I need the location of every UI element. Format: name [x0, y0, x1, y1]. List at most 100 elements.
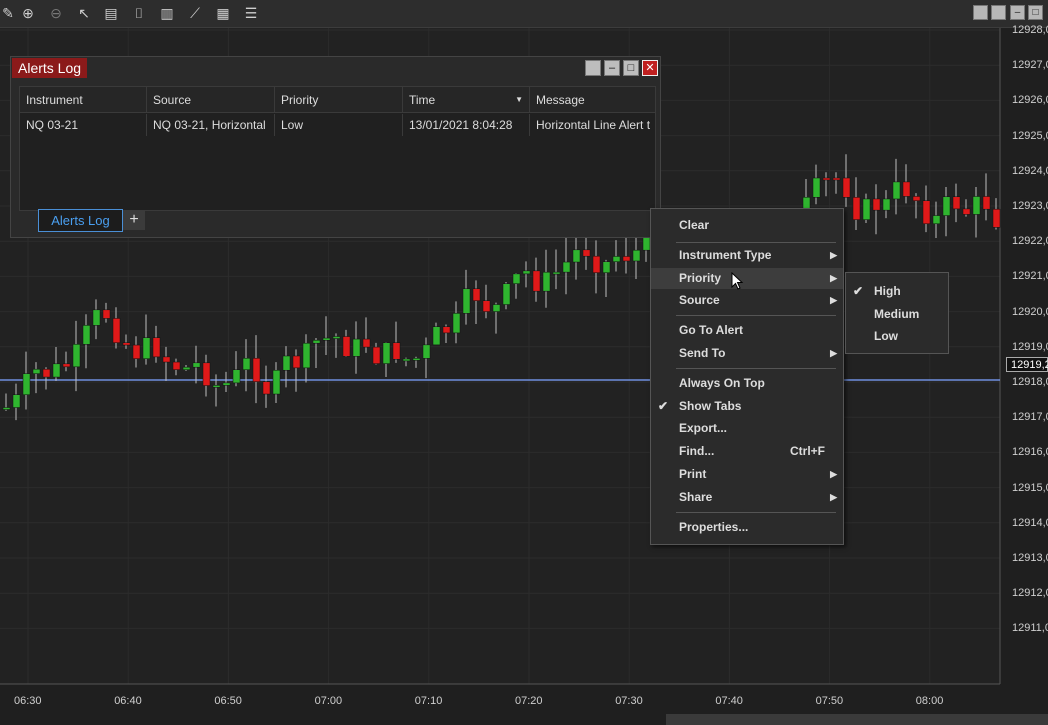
maximize-window-button[interactable]: □ — [1028, 5, 1043, 20]
time-axis-label: 07:30 — [615, 695, 643, 707]
price-axis-label: 12926,0 — [1012, 94, 1048, 107]
menu-item-instrument-type[interactable]: Instrument Type ▶ — [651, 245, 843, 266]
submenu-item-medium[interactable]: Medium — [846, 303, 948, 325]
window-tile-button[interactable] — [585, 60, 601, 76]
checkmark-icon: ✔ — [658, 399, 669, 413]
menu-item-find[interactable]: Find... Ctrl+F — [651, 441, 843, 462]
sort-descending-icon: ▼ — [515, 95, 523, 104]
price-axis-label: 12928,0 — [1012, 24, 1048, 36]
price-axis-label: 12912,0 — [1012, 587, 1048, 600]
price-axis-label: 12918,0 — [1012, 376, 1048, 388]
price-axis-label: 12922,0 — [1012, 235, 1048, 248]
menu-item-send-to[interactable]: Send To ▶ — [651, 343, 843, 364]
drawing-tools-icon[interactable]: ⟋ — [187, 5, 203, 21]
menu-item-clear[interactable]: Clear — [651, 215, 843, 236]
time-axis-label: 06:40 — [114, 695, 142, 707]
menu-item-label: Send To — [679, 346, 726, 360]
menu-item-export[interactable]: Export... — [651, 418, 843, 439]
menu-item-label: Priority — [679, 271, 722, 285]
chart-style-icon[interactable]: ▥ — [159, 5, 175, 21]
tab-alerts-log[interactable]: Alerts Log — [38, 209, 123, 232]
column-header-time-label: Time — [409, 93, 436, 107]
properties-list-icon[interactable]: ☰ — [243, 5, 259, 21]
price-axis-label: 12919,0 — [1012, 340, 1048, 353]
menu-item-label: Instrument Type — [679, 248, 772, 262]
menu-item-go-to-alert[interactable]: Go To Alert — [651, 320, 843, 341]
menu-item-share[interactable]: Share ▶ — [651, 487, 843, 508]
time-axis-label: 06:50 — [214, 695, 242, 707]
alerts-grid: Instrument Source Priority Time ▼ Messag… — [19, 86, 656, 211]
alerts-log-window: Alerts Log – □ ✕ Instrument Source Prior… — [10, 56, 661, 238]
checkmark-icon: ✔ — [853, 284, 864, 298]
price-axis-label: 12913,0 — [1012, 552, 1048, 564]
chart-scrollbar[interactable] — [666, 714, 1048, 725]
add-tab-button[interactable]: + — [123, 210, 145, 230]
time-axis-label: 06:30 — [14, 695, 42, 707]
column-header-instrument[interactable]: Instrument — [20, 87, 147, 113]
price-axis-label: 12915,0 — [1012, 481, 1048, 494]
column-header-time[interactable]: Time ▼ — [403, 87, 530, 113]
minimize-window-button[interactable]: – — [1010, 5, 1025, 20]
time-axis-label: 08:00 — [915, 695, 944, 707]
time-axis-label: 07:50 — [815, 695, 844, 707]
menu-item-label: Go To Alert — [679, 323, 743, 337]
menu-item-label: Clear — [679, 218, 710, 232]
price-axis: 12928,0 12927,0 12926,0 12925,0 12924,0 12923… — [1000, 24, 1048, 684]
menu-item-always-on-top[interactable]: Always On Top — [651, 373, 843, 394]
pointer-icon[interactable]: ↖ — [76, 5, 92, 21]
column-header-priority[interactable]: Priority — [275, 87, 403, 113]
submenu-item-label: High — [874, 284, 901, 298]
menu-item-show-tabs[interactable]: ✔ Show Tabs — [651, 396, 843, 417]
window-close-button[interactable]: ✕ — [642, 60, 658, 76]
bar-marker-icon[interactable]: ⌷ — [131, 5, 147, 21]
menu-item-label: Share — [679, 490, 713, 504]
menu-item-shortcut: Ctrl+F — [789, 444, 825, 458]
submenu-arrow-icon: ▶ — [830, 492, 837, 502]
tile-window-button[interactable] — [973, 5, 988, 20]
submenu-arrow-icon: ▶ — [830, 469, 837, 479]
menu-item-label: Source — [679, 293, 720, 307]
column-header-source[interactable]: Source — [147, 87, 275, 113]
mouse-cursor-icon — [731, 272, 744, 290]
submenu-arrow-icon: ▶ — [830, 348, 837, 358]
submenu-arrow-icon: ▶ — [830, 250, 837, 260]
submenu-arrow-icon: ▶ — [830, 295, 837, 305]
time-axis-label: 07:00 — [314, 695, 343, 707]
pencil-icon[interactable]: ✎ — [0, 5, 16, 21]
strategy-icon[interactable]: ▦ — [215, 5, 231, 21]
price-axis-label: 12925,0 — [1012, 129, 1048, 142]
window-maximize-button[interactable]: □ — [623, 60, 639, 76]
menu-item-print[interactable]: Print ▶ — [651, 464, 843, 485]
menu-separator — [676, 368, 836, 369]
menu-item-label: Find... — [679, 444, 715, 458]
menu-item-label: Print — [679, 467, 707, 481]
price-axis-label: 12911,0 — [1012, 622, 1048, 635]
cell-priority: Low — [275, 114, 403, 136]
data-box-icon[interactable]: ▤ — [103, 5, 119, 21]
cell-instrument: NQ 03-21 — [20, 114, 147, 136]
menu-item-label: Always On Top — [679, 376, 765, 390]
submenu-item-high[interactable]: ✔ High — [846, 280, 948, 302]
menu-item-properties[interactable]: Properties... — [651, 517, 843, 538]
time-axis-label: 07:20 — [515, 695, 543, 707]
price-axis-label: 12916,0 — [1012, 446, 1048, 459]
alerts-log-title[interactable]: Alerts Log — [12, 58, 88, 78]
menu-separator — [676, 315, 836, 316]
priority-submenu: ✔ High Medium Low — [845, 272, 949, 354]
menu-item-label: Properties... — [679, 520, 749, 534]
zoom-out-icon[interactable]: ⊖ — [48, 5, 64, 21]
time-axis-label: 07:40 — [715, 695, 743, 707]
zoom-in-icon[interactable]: ⊕ — [20, 5, 36, 21]
menu-item-source[interactable]: Source ▶ — [651, 290, 843, 311]
price-axis-label: 12914,0 — [1012, 516, 1048, 529]
menu-separator — [676, 242, 836, 243]
cell-source: NQ 03-21, Horizontal — [147, 114, 275, 136]
submenu-item-low[interactable]: Low — [846, 325, 948, 347]
restore-window-button[interactable] — [991, 5, 1006, 20]
menu-item-priority[interactable]: Priority ▶ — [651, 268, 843, 289]
menu-item-label: Export... — [679, 421, 728, 435]
window-minimize-button[interactable]: – — [604, 60, 620, 76]
column-header-message[interactable]: Message — [530, 87, 655, 113]
submenu-arrow-icon: ▶ — [830, 273, 837, 283]
cell-message: Horizontal Line Alert t — [536, 118, 651, 132]
